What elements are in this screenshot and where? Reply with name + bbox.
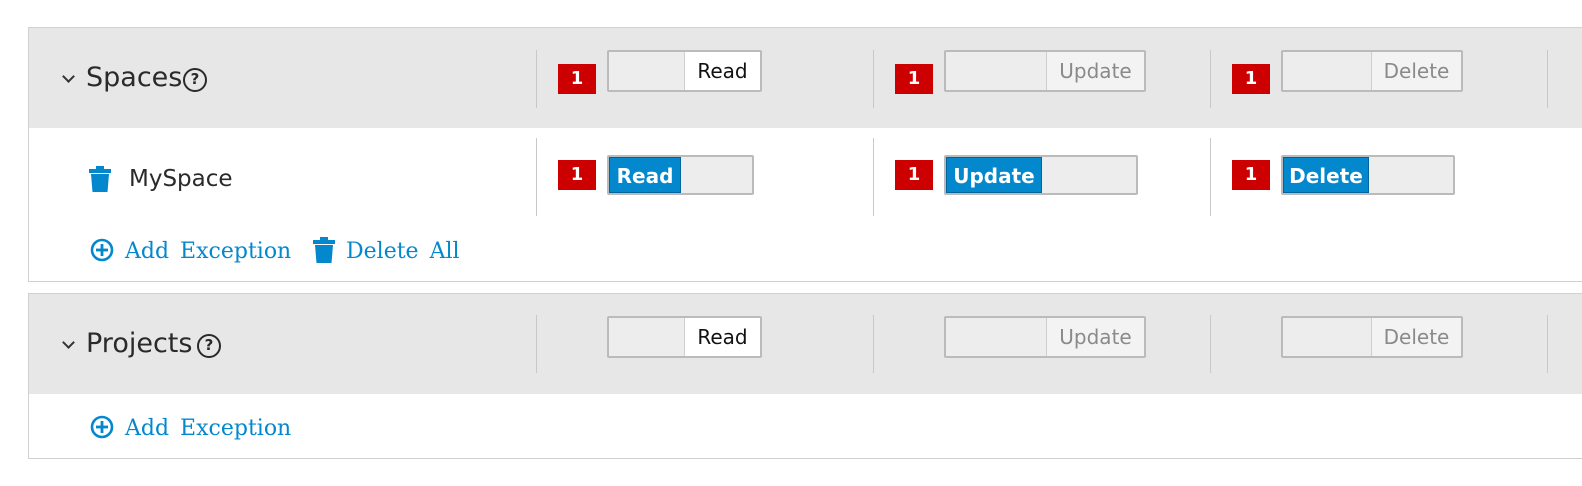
update-toggle[interactable]: Update — [944, 50, 1146, 92]
delete-toggle[interactable]: Delete — [1281, 50, 1463, 92]
update-toggle[interactable]: Update — [944, 316, 1146, 358]
delete-toggle[interactable]: Delete — [1281, 155, 1455, 195]
delete-toggle-label: Delete — [1371, 318, 1461, 356]
column-divider — [1210, 315, 1211, 373]
section-title-spaces[interactable]: Spaces — [86, 64, 182, 91]
column-divider — [1547, 315, 1548, 373]
column-divider — [536, 50, 537, 108]
read-toggle-label: Read — [684, 318, 760, 356]
read-toggle[interactable]: Read — [607, 316, 762, 358]
delete-toggle-label: Delete — [1283, 157, 1369, 193]
column-divider — [1210, 138, 1211, 216]
spaces-permission-panel: Spaces ? 1 Read 1 Update 1 Delete MySpac… — [28, 27, 1582, 282]
read-toggle[interactable]: Read — [607, 155, 754, 195]
column-divider — [873, 50, 874, 108]
column-divider — [536, 315, 537, 373]
spaces-header-row: Spaces ? 1 Read 1 Update 1 Delete — [29, 28, 1582, 128]
plus-circle-icon[interactable] — [90, 415, 114, 439]
section-title-projects[interactable]: Projects — [86, 330, 192, 357]
read-toggle-label: Read — [684, 52, 760, 90]
read-toggle-label: Read — [609, 157, 681, 193]
count-badge: 1 — [895, 160, 933, 190]
column-divider — [873, 315, 874, 373]
question-circle-icon[interactable]: ? — [197, 334, 221, 358]
trash-icon[interactable] — [313, 237, 335, 263]
add-exception-link[interactable]: Add Exception — [125, 241, 291, 263]
read-toggle[interactable]: Read — [607, 50, 762, 92]
exception-name: MySpace — [129, 166, 233, 192]
count-badge: 1 — [558, 64, 596, 94]
delete-all-link[interactable]: Delete All — [346, 241, 460, 263]
column-divider — [536, 138, 537, 216]
plus-circle-icon[interactable] — [90, 238, 114, 262]
update-toggle-label: Update — [946, 157, 1042, 193]
update-toggle-label: Update — [1046, 52, 1144, 90]
add-exception-link[interactable]: Add Exception — [125, 418, 291, 440]
projects-header-row: Projects ? Read Update Delete — [29, 294, 1582, 394]
count-badge: 1 — [895, 64, 933, 94]
delete-toggle-label: Delete — [1371, 52, 1461, 90]
column-divider — [873, 138, 874, 216]
question-circle-icon[interactable]: ? — [183, 68, 207, 92]
count-badge: 1 — [558, 160, 596, 190]
update-toggle[interactable]: Update — [944, 155, 1138, 195]
delete-toggle[interactable]: Delete — [1281, 316, 1463, 358]
projects-permission-panel: Projects ? Read Update Delete Add Except… — [28, 293, 1582, 459]
count-badge: 1 — [1232, 64, 1270, 94]
chevron-down-icon[interactable] — [62, 70, 75, 83]
column-divider — [1547, 50, 1548, 108]
count-badge: 1 — [1232, 160, 1270, 190]
update-toggle-label: Update — [1046, 318, 1144, 356]
trash-icon[interactable] — [89, 166, 111, 192]
chevron-down-icon[interactable] — [62, 336, 75, 349]
column-divider — [1210, 50, 1211, 108]
